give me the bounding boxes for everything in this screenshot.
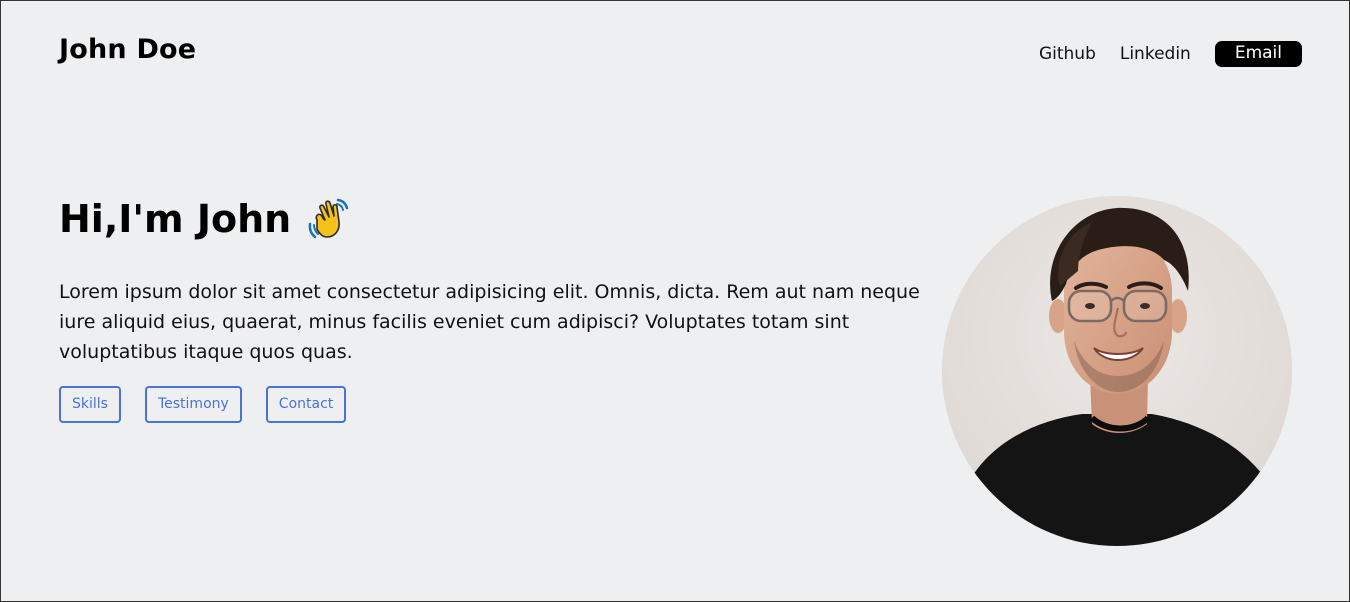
hero-title: Hi,I'm John (59, 196, 351, 242)
hero-description: Lorem ipsum dolor sit amet consectetur a… (59, 281, 920, 363)
hero-button-group: Skills Testimony Contact (59, 386, 347, 423)
hero-title-text: Hi,I'm John (59, 197, 292, 241)
profile-avatar (942, 196, 1292, 546)
profile-portrait-image (942, 196, 1292, 546)
skills-button[interactable]: Skills (59, 386, 121, 423)
nav-github-link[interactable]: Github (1039, 44, 1096, 64)
site-header: John Doe Github Linkedin Email (1, 1, 1350, 106)
nav-email-button[interactable]: Email (1214, 41, 1302, 67)
waving-hand-icon (305, 196, 351, 242)
nav-linkedin-link[interactable]: Linkedin (1120, 44, 1191, 64)
contact-button[interactable]: Contact (265, 386, 347, 423)
testimony-button[interactable]: Testimony (144, 386, 242, 423)
brand-name: John Doe (59, 34, 197, 65)
main-nav: Github Linkedin Email (1039, 41, 1302, 67)
